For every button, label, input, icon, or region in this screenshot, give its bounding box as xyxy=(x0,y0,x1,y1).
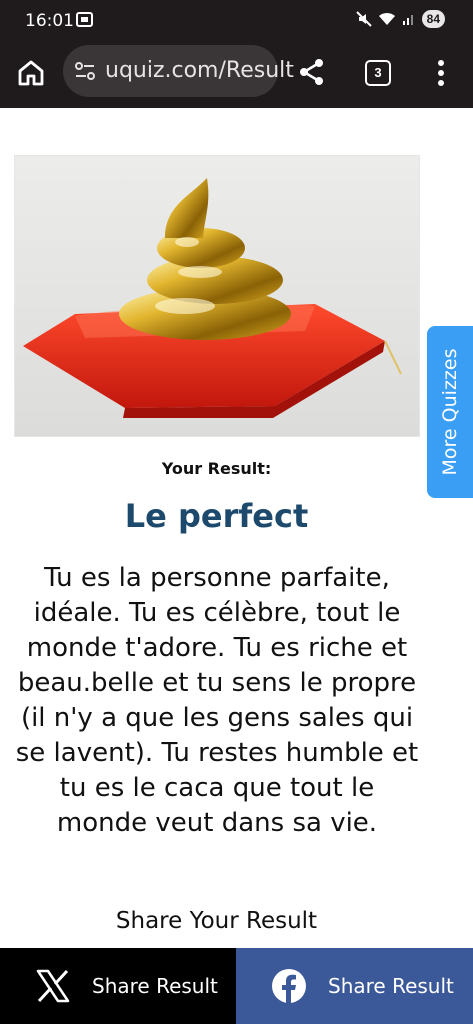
more-vert-icon[interactable] xyxy=(430,57,452,89)
more-quizzes-label: More Quizzes xyxy=(439,348,461,476)
tab-switcher-button[interactable]: 3 xyxy=(365,60,391,86)
home-icon[interactable] xyxy=(16,58,46,88)
result-page: Your Result: Le perfect Tu es la personn… xyxy=(0,108,473,948)
share-heading: Share Your Result xyxy=(115,908,318,934)
share-icon[interactable] xyxy=(297,57,327,87)
result-title: Le perfect xyxy=(124,497,309,535)
share-x-button[interactable]: Share Result xyxy=(0,948,236,1024)
share-bar: Share Result Share Result xyxy=(0,948,473,1024)
share-facebook-label: Share Result xyxy=(328,974,454,998)
share-facebook-button[interactable]: Share Result xyxy=(236,948,473,1024)
url-text: uquiz.com/Result xyxy=(105,58,294,83)
status-icons: 84 xyxy=(355,10,445,28)
facebook-logo-icon xyxy=(272,969,306,1003)
screen-record-icon xyxy=(76,12,93,27)
address-bar[interactable]: uquiz.com/Result xyxy=(63,45,294,97)
result-kicker: Your Result: xyxy=(161,459,272,478)
mute-icon xyxy=(355,11,372,27)
more-quizzes-tab[interactable]: More Quizzes xyxy=(427,326,473,498)
status-time: 16:01 xyxy=(25,11,74,31)
result-description: Tu es la personne parfaite, idéale. Tu e… xyxy=(15,563,419,838)
golden-poop-on-red-cushion-image xyxy=(23,178,402,418)
result-image xyxy=(14,155,420,437)
browser-toolbar: uquiz.com/Result 3 xyxy=(0,40,473,108)
battery-level: 84 xyxy=(421,10,445,28)
site-settings-icon[interactable] xyxy=(73,59,97,83)
status-bar: 16:01 84 xyxy=(0,0,473,40)
share-x-label: Share Result xyxy=(92,974,218,998)
wifi-icon xyxy=(378,12,395,25)
signal-icon xyxy=(402,15,413,25)
x-logo-icon xyxy=(36,969,70,1003)
